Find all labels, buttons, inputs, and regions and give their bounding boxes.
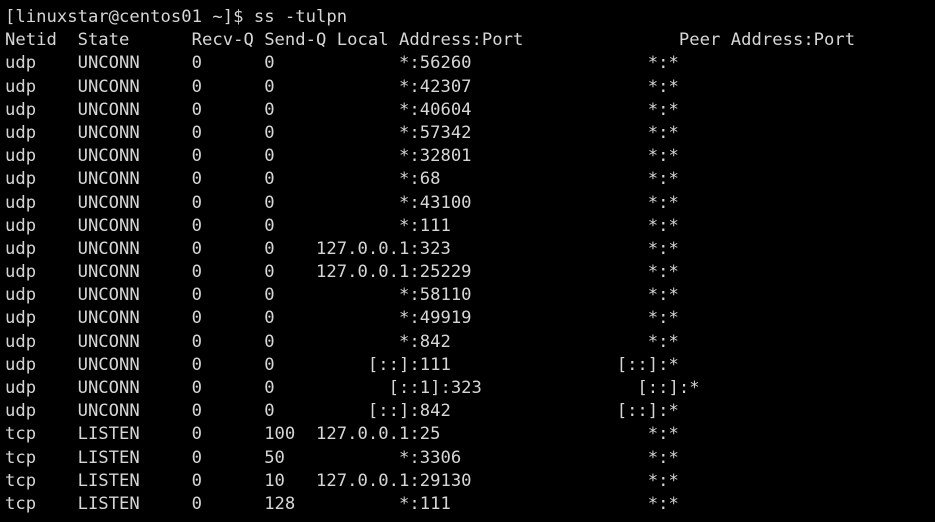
ss-table-row: udp UNCONN 0 0 *:49919 *:* bbox=[5, 308, 679, 329]
ss-table-row: tcp LISTEN 0 128 *:111 *:* bbox=[5, 493, 679, 514]
ss-table-row: udp UNCONN 0 0 *:68 *:* bbox=[5, 169, 679, 190]
ss-table-row: tcp LISTEN 0 10 127.0.0.1:29130 *:* bbox=[5, 470, 679, 491]
ss-table-header: Netid State Recv-Q Send-Q Local Address:… bbox=[5, 30, 856, 51]
shell-prompt-line: [linuxstar@centos01 ~]$ ss -tulpn bbox=[5, 7, 348, 27]
ss-table-row: udp UNCONN 0 0 *:32801 *:* bbox=[5, 146, 679, 167]
ss-table-row: udp UNCONN 0 0 *:842 *:* bbox=[5, 331, 679, 352]
ss-table-row: udp UNCONN 0 0 *:56260 *:* bbox=[5, 53, 679, 74]
terminal-window[interactable]: [linuxstar@centos01 ~]$ ss -tulpn Netid … bbox=[0, 0, 935, 522]
ss-table-row: tcp LISTEN 0 50 *:3306 *:* bbox=[5, 447, 679, 468]
ss-table-row: udp UNCONN 0 0 [::1]:323 [::]:* bbox=[5, 378, 700, 398]
ss-table-row: udp UNCONN 0 0 *:111 *:* bbox=[5, 215, 679, 236]
ss-table-row: udp UNCONN 0 0 *:40604 *:* bbox=[5, 99, 679, 120]
ss-table-row: udp UNCONN 0 0 [::]:111 [::]:* bbox=[5, 354, 679, 375]
ss-table-body: udp UNCONN 0 0 *:56260 *:* udp UNCONN 0 0… bbox=[5, 52, 935, 516]
ss-table-row: udp UNCONN 0 0 *:42307 *:* bbox=[5, 76, 679, 97]
ss-table-row: udp UNCONN 0 0 127.0.0.1:323 *:* bbox=[5, 238, 679, 259]
ss-table-row: tcp LISTEN 0 100 127.0.0.1:25 *:* bbox=[5, 424, 679, 445]
ss-table-row: udp UNCONN 0 0 [::]:842 [::]:* bbox=[5, 401, 679, 422]
ss-table-row: udp UNCONN 0 0 127.0.0.1:25229 *:* bbox=[5, 262, 679, 283]
ss-table-row: udp UNCONN 0 0 *:43100 *:* bbox=[5, 192, 679, 213]
ss-table-row: udp UNCONN 0 0 *:58110 *:* bbox=[5, 285, 679, 306]
ss-table-row: udp UNCONN 0 0 *:57342 *:* bbox=[5, 122, 679, 143]
